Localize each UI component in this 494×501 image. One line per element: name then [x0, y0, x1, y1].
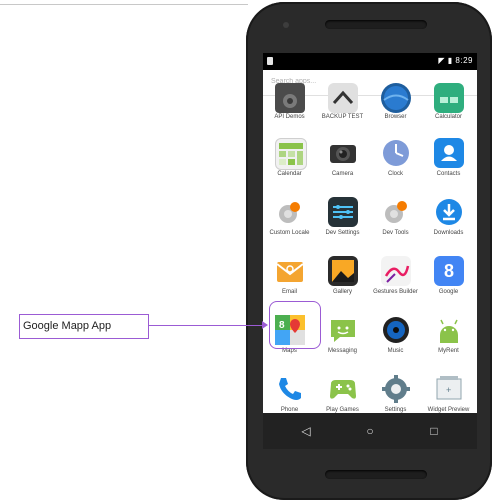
signal-icon: ◤ [438, 56, 446, 65]
back-button[interactable]: ◁ [298, 424, 314, 438]
app-myrent[interactable]: MyRent [422, 311, 475, 371]
app-dev-settings[interactable]: Dev Settings [316, 193, 369, 253]
app-custom-locale[interactable]: Custom Locale [263, 193, 316, 253]
downloads-icon [434, 197, 464, 227]
sim-icon [267, 57, 273, 65]
svg-text:+: + [446, 385, 451, 395]
status-bar: ◤ ▮ 8:29 [263, 53, 477, 70]
app-dev-tools[interactable]: Dev Tools [369, 193, 422, 253]
phone-icon [275, 374, 305, 404]
calendar-icon [275, 138, 307, 170]
app-camera[interactable]: Camera [316, 134, 369, 194]
myrent-icon [434, 315, 464, 345]
messaging-icon [328, 315, 358, 345]
maps-highlight [269, 301, 321, 349]
phone-screen: ◤ ▮ 8:29 API Demos BACKUP TEST [263, 53, 477, 449]
settings-icon [381, 374, 411, 404]
recents-button[interactable]: □ [426, 424, 442, 438]
home-button[interactable]: ○ [362, 424, 378, 438]
camera-icon [328, 138, 358, 168]
battery-icon: ▮ [447, 56, 453, 65]
browser-icon [381, 83, 411, 113]
callout-label: Google Mapp App [23, 320, 112, 332]
app-clock[interactable]: Clock [369, 134, 422, 194]
custom-locale-icon [275, 197, 305, 227]
app-row: Custom Locale Dev Settings Dev Tools Dow… [263, 193, 477, 253]
app-row: Calendar Camera Clock Contacts [263, 134, 477, 194]
backup-test-icon [328, 83, 358, 113]
top-speaker [325, 20, 427, 29]
front-camera-icon [283, 22, 289, 28]
contacts-icon [434, 138, 464, 168]
bottom-speaker [325, 470, 427, 479]
email-icon [275, 256, 305, 286]
gestures-builder-icon [381, 256, 411, 286]
callout-arrowhead [262, 321, 268, 329]
app-calendar[interactable]: Calendar [263, 134, 316, 194]
app-messaging[interactable]: Messaging [316, 311, 369, 371]
navigation-bar: ◁ ○ □ [263, 413, 477, 449]
app-contacts[interactable]: Contacts [422, 134, 475, 194]
music-icon [381, 315, 411, 345]
status-icons: ◤ ▮ 8:29 [438, 56, 473, 65]
api-demos-icon [275, 83, 305, 113]
status-time: 8:29 [455, 56, 473, 65]
app-gestures-builder[interactable]: Gestures Builder [369, 252, 422, 312]
clock-icon [381, 138, 411, 168]
app-google[interactable]: 8 Google [422, 252, 475, 312]
app-downloads[interactable]: Downloads [422, 193, 475, 253]
dev-settings-icon [328, 197, 358, 227]
dev-tools-icon [381, 197, 411, 227]
play-games-icon [328, 374, 358, 404]
callout-connector [147, 325, 265, 326]
google-icon: 8 [434, 256, 464, 286]
calculator-icon [434, 83, 464, 113]
app-music[interactable]: Music [369, 311, 422, 371]
gallery-icon [328, 256, 358, 286]
app-gallery[interactable]: Gallery [316, 252, 369, 312]
top-divider [0, 4, 248, 5]
callout-box: Google Mapp App [19, 314, 149, 339]
widget-preview-icon: + [434, 374, 464, 404]
